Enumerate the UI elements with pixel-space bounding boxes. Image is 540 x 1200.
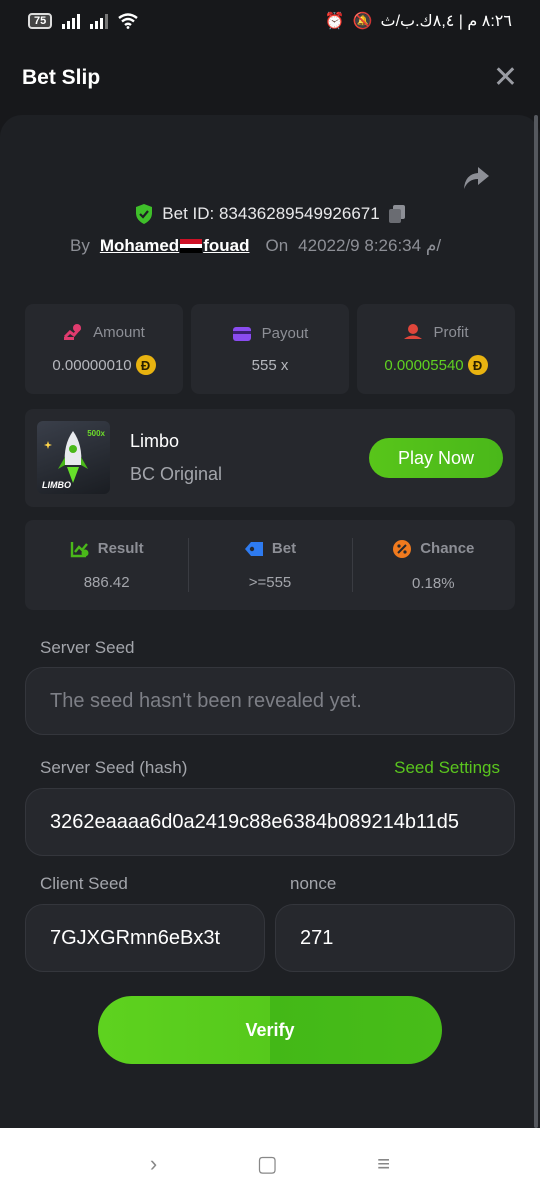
header: Bet Slip ✕ — [0, 42, 540, 114]
bet-tag-icon — [244, 541, 263, 556]
bet-datetime: 4م 8:26:34 2022/9/ — [298, 236, 442, 255]
bet-label: Bet — [271, 540, 297, 557]
nonce-field[interactable]: 271 — [275, 904, 515, 972]
battery-level: 75 — [34, 15, 47, 27]
page-title: Bet Slip — [22, 66, 101, 89]
result-label: Result — [97, 540, 144, 557]
server-hash-value: 3262eaaaa6d0a2419c88e6384b089214b11d5 — [50, 810, 459, 833]
bet-id: Bet ID: 83436289549926671 — [162, 204, 380, 223]
bet-col: Bet >=555 — [188, 520, 351, 610]
coin-icon: Ð — [467, 355, 488, 375]
signal-icon-2 — [90, 13, 109, 29]
signal-icon-1 — [62, 13, 81, 29]
payout-value: 555 x — [251, 356, 289, 374]
amount-card: Amount 0.00000010 Ð — [25, 304, 183, 394]
bet-id-row: Bet ID: 83436289549926671 — [0, 203, 540, 225]
verify-button[interactable]: Verify — [98, 996, 442, 1064]
result-icon — [70, 541, 89, 557]
nonce-value: 271 — [300, 926, 334, 949]
server-hash-label: Server Seed (hash) — [40, 758, 188, 777]
username-first: Mohamed — [99, 236, 180, 255]
result-col: Result 886.42 — [25, 520, 188, 610]
server-hash-field[interactable]: 3262eaaaa6d0a2419c88e6384b089214b11d5 — [25, 788, 515, 856]
server-seed-label: Server Seed — [40, 638, 135, 657]
alarm-icon: ⏰ — [324, 13, 345, 30]
chance-label: Chance — [420, 540, 475, 557]
profit-value: 0.00005540 — [384, 356, 464, 374]
game-card: 500x LIMBO Limbo BC Original Play Now — [25, 409, 515, 507]
client-seed-label: Client Seed — [40, 874, 128, 893]
back-icon[interactable]: › — [150, 1151, 157, 1177]
amount-value: 0.00000010 — [52, 356, 132, 374]
thumb-multiplier: 500x — [87, 429, 105, 438]
client-seed-field[interactable]: 7GJXGRmn6eBx3t — [25, 904, 265, 972]
server-seed-placeholder: The seed hasn't been revealed yet. — [50, 689, 362, 712]
result-value: 886.42 — [83, 573, 130, 591]
bet-slip-panel: Bet ID: 83436289549926671 By Mohamed fou… — [0, 115, 540, 1128]
game-subtitle: BC Original — [130, 464, 223, 484]
status-bar: 75 ⏰ 🔕 ٨:٢٦ م | ٨,٤ك.ب/ث — [0, 0, 540, 42]
wifi-icon — [118, 13, 138, 29]
username-last: fouad — [203, 236, 250, 255]
egypt-flag-icon — [180, 239, 203, 254]
play-now-button[interactable]: Play Now — [369, 438, 503, 478]
result-row: Result 886.42 Bet >=555 Chance 0.18% — [25, 520, 515, 610]
percent-icon — [393, 539, 412, 558]
share-icon[interactable] — [462, 165, 490, 191]
amount-label: Amount — [93, 323, 145, 341]
scrollbar[interactable] — [534, 115, 538, 1128]
payout-icon — [232, 326, 251, 341]
status-text: ٨:٢٦ م | ٨,٤ك.ب/ث — [380, 13, 512, 30]
mute-icon: 🔕 — [352, 13, 373, 30]
limbo-thumbnail: 500x LIMBO — [37, 421, 110, 494]
nonce-label: nonce — [290, 874, 337, 893]
client-seed-value: 7GJXGRmn6eBx3t — [50, 926, 221, 949]
payout-card: Payout 555 x — [191, 304, 349, 394]
by-label: By — [70, 236, 90, 255]
on-label: On — [265, 236, 289, 255]
profit-card: Profit 0.00005540 Ð — [357, 304, 515, 394]
close-icon[interactable]: ✕ — [493, 63, 518, 93]
shield-check-icon — [136, 204, 153, 224]
payout-label: Payout — [261, 325, 309, 342]
username-link[interactable]: Mohamed fouad — [100, 236, 250, 256]
chance-col: Chance 0.18% — [351, 520, 515, 610]
thumb-tag: LIMBO — [42, 480, 71, 490]
menu-icon[interactable]: ≡ — [377, 1151, 390, 1177]
by-row: By Mohamed fouad On 4م 8:26:34 2022/9/ — [70, 236, 441, 256]
bet-value: >=555 — [248, 573, 292, 591]
profit-label: Profit — [433, 323, 469, 341]
server-seed-field[interactable]: The seed hasn't been revealed yet. — [25, 667, 515, 735]
game-name: Limbo — [130, 431, 180, 451]
battery-icon: 75 — [28, 13, 53, 29]
copy-icon[interactable] — [388, 204, 406, 224]
amount-icon — [64, 324, 82, 340]
profit-icon — [404, 324, 423, 339]
seed-settings-link[interactable]: Seed Settings — [394, 758, 500, 778]
coin-icon: Ð — [135, 355, 156, 375]
system-nav-bar: › ▢ ≡ — [0, 1128, 540, 1200]
home-icon[interactable]: ▢ — [257, 1151, 278, 1177]
stats-cards: Amount 0.00000010 Ð Payout 555 x Profit … — [25, 304, 515, 394]
chance-value: 0.18% — [412, 574, 455, 592]
